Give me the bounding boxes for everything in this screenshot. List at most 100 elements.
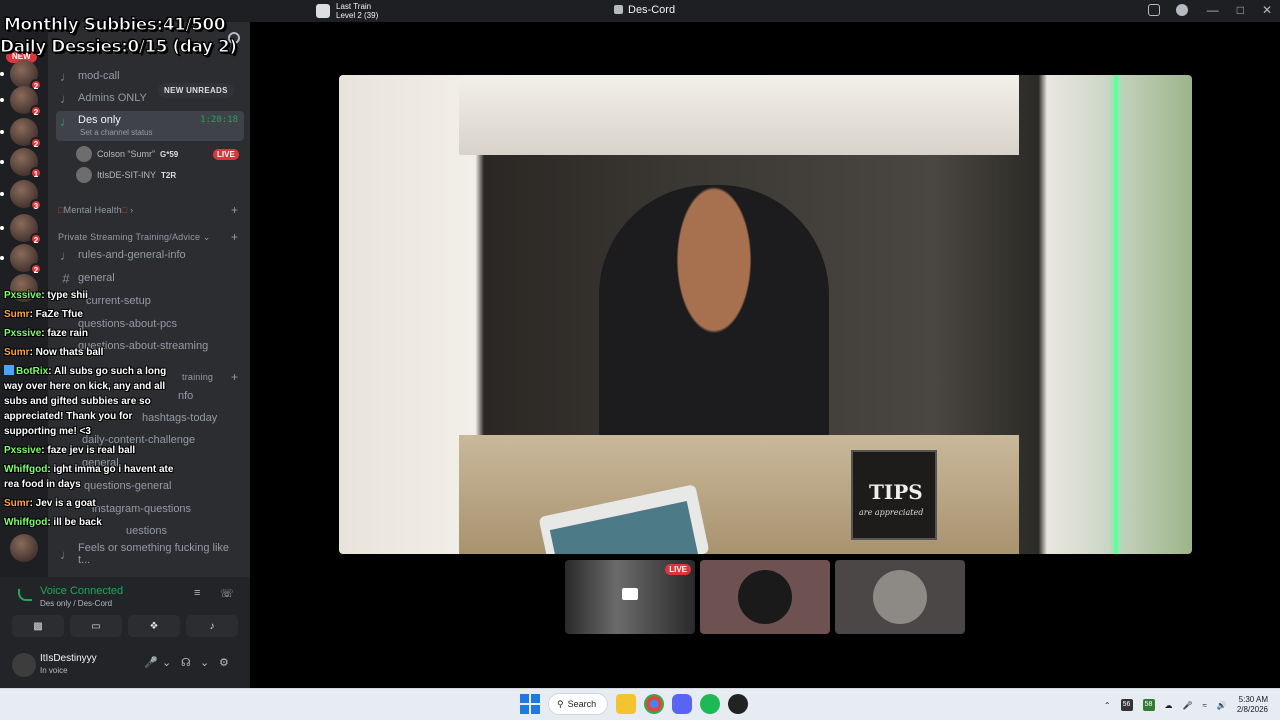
chevron-down-icon[interactable]: ⌄ [162, 656, 171, 669]
server-icon[interactable]: 2 [0, 86, 42, 117]
spotify-icon[interactable] [700, 694, 720, 714]
username[interactable]: ItIsDestinyyy [40, 653, 97, 664]
add-channel-icon[interactable]: + [231, 370, 238, 384]
server-badge: 2 [30, 105, 42, 117]
help-icon[interactable] [1176, 4, 1188, 16]
server-badge: 3 [30, 199, 42, 211]
disconnect-icon[interactable]: ☏ [220, 587, 234, 600]
activity-indicator[interactable]: Last Train Level 2 (39) [316, 2, 378, 20]
voice-user[interactable]: Colson “Sumr” G*59 [76, 145, 178, 163]
cloud-icon[interactable]: ☁ [1165, 701, 1173, 710]
tray-app-icon[interactable]: 58 [1142, 699, 1155, 711]
speaker-icon: ♩ [60, 90, 73, 106]
start-icon[interactable] [520, 694, 540, 714]
unread-pip [0, 256, 4, 260]
speaker-icon: ♩ [60, 114, 73, 129]
channel-rules[interactable]: ♩ rules-and-general-info [56, 245, 244, 265]
tips-sublabel: are appreciated [859, 508, 924, 517]
activity-subtitle: Level 2 (39) [336, 11, 379, 20]
tray-app-icon[interactable]: 56 [1120, 699, 1133, 711]
add-channel-icon[interactable]: + [231, 203, 238, 217]
settings-icon[interactable]: ⚙ [219, 656, 229, 669]
chat-message: Pxssive: faze jev is real ball [4, 445, 136, 456]
avatar[interactable] [12, 653, 36, 677]
overlay-subs-goal: Monthly Subbies:41/500 [3, 15, 226, 36]
main-stream[interactable]: TIPS are appreciated [339, 75, 1192, 554]
app-title: Des-Cord [614, 4, 675, 16]
server-badge: 2 [30, 137, 42, 149]
chat-message: Pxssive: faze rain [4, 328, 88, 339]
chat-message: Pxssive: type shii [4, 290, 88, 301]
chat-message: Sumr: FaZe Tfue [4, 309, 83, 320]
camera-off-button[interactable]: ▩ [12, 615, 64, 637]
chevron-up-icon[interactable]: ⌃ [1104, 701, 1111, 710]
clock[interactable]: 5:30 AM 2/8/2026 [1237, 695, 1268, 715]
obs-icon[interactable] [728, 694, 748, 714]
server-icon[interactable]: 2 [0, 214, 42, 245]
participant-tile-stream[interactable]: LIVE [565, 560, 695, 634]
avatar [738, 570, 792, 624]
channel-des-only[interactable]: ♩ Des only 1:20:18 Set a channel status [56, 111, 244, 141]
hash-icon: # [62, 270, 70, 286]
server-badge: 2 [30, 263, 42, 275]
server-icon[interactable] [10, 534, 38, 562]
participant-tile[interactable] [700, 560, 830, 634]
participant-tile[interactable] [835, 560, 965, 634]
overlay-daily-goal: Daily Dessies:0/15 (day 2) [0, 37, 237, 58]
chat-message: Sumr: Jev is a goat [4, 498, 96, 509]
server-icon[interactable]: 2 [0, 60, 42, 91]
screen-share-icon [622, 588, 638, 600]
soundboard-button[interactable]: ♪ [186, 615, 238, 637]
category-mental-health[interactable]: □Mental Health□ › [58, 205, 133, 215]
user-panel: ItIsDestinyyy In voice 🎤 ⌄ ☊ ⌄ ⚙ [0, 641, 250, 688]
minimize-button[interactable]: — [1207, 3, 1219, 17]
unread-pip [0, 98, 4, 102]
connection-icon [18, 589, 32, 601]
chat-message: BotRix: All subs go such a long way over… [4, 365, 167, 437]
microphone-icon[interactable]: 🎤 [144, 656, 158, 669]
server-icon[interactable]: 2 [0, 118, 42, 149]
speaker-icon: ♩ [60, 68, 73, 84]
activity-title: Last Train [336, 2, 372, 11]
noise-suppression-icon[interactable]: ≡ [194, 587, 200, 599]
chrome-icon[interactable] [644, 694, 664, 714]
add-channel-icon[interactable]: + [231, 230, 238, 244]
server-badge: 2 [30, 233, 42, 245]
unread-pip [0, 192, 4, 196]
microphone-icon[interactable]: 🎤 [1183, 701, 1193, 710]
server-icon[interactable]: 3 [0, 180, 42, 211]
wifi-icon[interactable]: ≈ [1203, 701, 1207, 710]
unread-pip [0, 226, 4, 230]
search-icon: ⚲ [557, 698, 564, 709]
channel-admins[interactable]: ♩ Admins ONLY [56, 88, 244, 108]
voice-location[interactable]: Des only / Des-Cord [40, 599, 112, 608]
chat-overlay: Pxssive: type shii Sumr: FaZe Tfue Pxssi… [0, 288, 176, 534]
server-icon[interactable]: 1 [0, 148, 42, 179]
channel-feels[interactable]: ♩ Feels or something fucking like t... [56, 542, 244, 566]
train-icon [316, 4, 330, 18]
channel-status[interactable]: Set a channel status [80, 128, 153, 137]
category-training[interactable]: training [182, 372, 213, 382]
voice-timer: 1:20:18 [200, 115, 238, 125]
live-badge: LIVE [213, 149, 239, 160]
discord-icon[interactable] [672, 694, 692, 714]
channel-general[interactable]: # general [56, 268, 244, 288]
taskbar-search[interactable]: ⚲ Search [548, 693, 608, 715]
avatar [873, 570, 927, 624]
server-icon[interactable]: 2 [0, 244, 42, 275]
taskbar: ⚲ Search ⌃ 56 58 ☁ 🎤 ≈ 🔊 5:30 AM 2/8/2026 [0, 688, 1280, 720]
voice-user[interactable]: ItIsDE-SIT-INY T2R [76, 166, 176, 184]
file-explorer-icon[interactable] [616, 694, 636, 714]
live-badge: LIVE [665, 564, 691, 575]
inbox-icon[interactable] [1148, 4, 1160, 16]
avatar [76, 167, 92, 183]
headphones-icon[interactable]: ☊ [181, 656, 191, 669]
chevron-down-icon[interactable]: ⌄ [200, 656, 209, 669]
voice-status[interactable]: Voice Connected [40, 585, 123, 597]
screen-share-button[interactable]: ▭ [70, 615, 122, 637]
volume-icon[interactable]: 🔊 [1217, 701, 1227, 710]
category-private-streaming[interactable]: Private Streaming Training/Advice ⌄ [58, 232, 211, 243]
close-button[interactable]: ✕ [1262, 3, 1272, 17]
maximize-button[interactable]: □ [1237, 3, 1244, 17]
activities-button[interactable]: ❖ [128, 615, 180, 637]
